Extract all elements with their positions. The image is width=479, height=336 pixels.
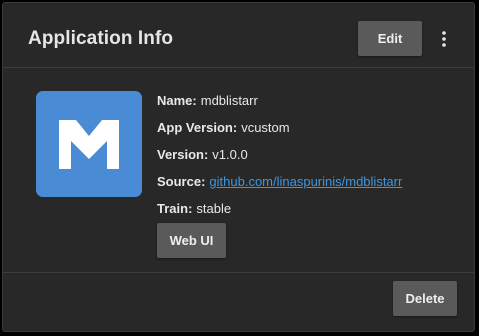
delete-button[interactable]: Delete: [393, 281, 457, 316]
more-vertical-icon[interactable]: [435, 27, 453, 51]
app-details: Name: mdblistarr App Version: vcustom Ve…: [157, 87, 402, 222]
detail-label: Version:: [157, 147, 209, 162]
web-ui-button[interactable]: Web UI: [157, 223, 226, 258]
detail-label: Name:: [157, 93, 197, 108]
detail-value: mdblistarr: [200, 93, 258, 108]
detail-row-source: Source: github.com/linaspurinis/mdblista…: [157, 168, 402, 195]
detail-value: v1.0.0: [212, 147, 248, 162]
application-info-card: Application Info Edit Name: mdblistarr A…: [2, 2, 475, 332]
detail-row-version: Version: v1.0.0: [157, 141, 402, 168]
card-title: Application Info: [28, 28, 174, 49]
detail-label: App Version:: [157, 120, 238, 135]
detail-row-train: Train: stable: [157, 195, 402, 222]
detail-label: Train:: [157, 201, 193, 216]
detail-row-name: Name: mdblistarr: [157, 87, 402, 114]
card-header: Application Info Edit: [3, 3, 474, 68]
detail-label: Source:: [157, 174, 206, 189]
detail-value: stable: [196, 201, 232, 216]
detail-row-app-version: App Version: vcustom: [157, 114, 402, 141]
detail-value: vcustom: [241, 120, 290, 135]
edit-button[interactable]: Edit: [358, 21, 422, 56]
mdblistarr-logo-icon: [36, 91, 142, 197]
source-link[interactable]: github.com/linaspurinis/mdblistarr: [209, 174, 402, 189]
